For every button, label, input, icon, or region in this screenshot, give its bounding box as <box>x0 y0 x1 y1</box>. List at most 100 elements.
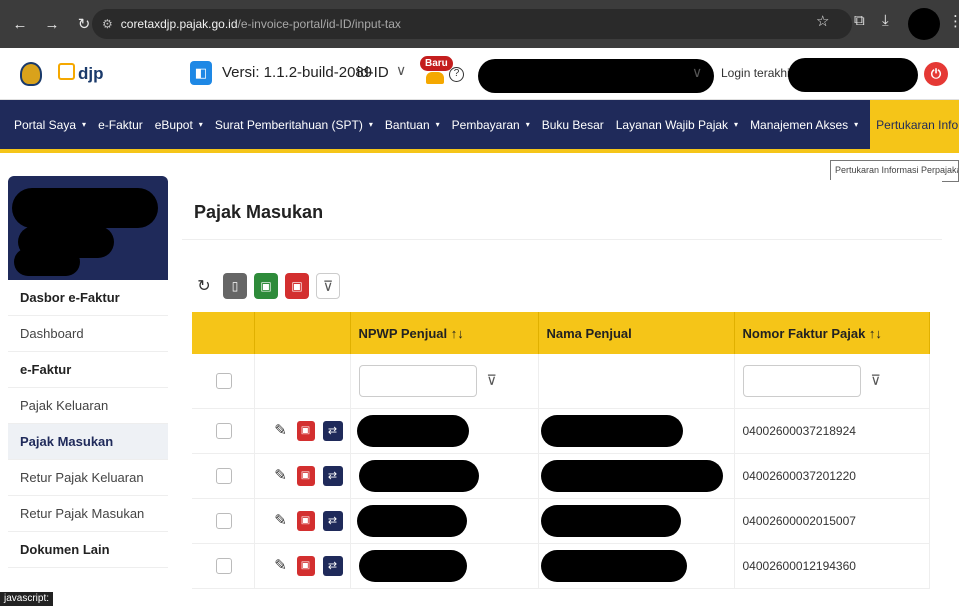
pdf-icon[interactable]: ▣ <box>296 465 315 486</box>
forward-arrow-icon[interactable]: → <box>40 16 64 33</box>
sidebar-item-dasbor-e-faktur[interactable]: Dasbor e-Faktur <box>8 280 168 316</box>
redacted-taxpayer-select[interactable] <box>478 59 714 93</box>
swap-icon[interactable]: ⇄ <box>322 420 343 441</box>
nav-item-layanan-wajib-pajak[interactable]: Layanan Wajib Pajak ▾ <box>610 100 744 149</box>
chevron-down-icon[interactable]: ∨ <box>692 64 702 81</box>
edit-pencil-icon[interactable]: ✎ <box>273 466 289 486</box>
nav-item-label: eBupot <box>154 117 193 132</box>
caret-down-icon: ▾ <box>368 120 373 129</box>
nav-item-pembayaran[interactable]: Pembayaran ▾ <box>446 100 536 149</box>
bookmark-star-icon[interactable]: ☆ <box>816 12 829 30</box>
extension-icon[interactable]: ⧉ <box>854 12 865 29</box>
chevron-down-icon[interactable]: ∨ <box>396 62 406 79</box>
select-all-checkbox[interactable] <box>216 372 232 389</box>
table-row: ✎ ▣ ⇄ 04002600012194360 <box>192 543 930 589</box>
swap-icon[interactable]: ⇄ <box>322 465 343 486</box>
nav-item-portal-saya[interactable]: Portal Saya ▾ <box>8 100 92 149</box>
export-excel-button[interactable]: ▣ <box>254 273 278 299</box>
npwp-filter-input[interactable] <box>358 364 477 397</box>
redacted-npwp <box>356 504 467 537</box>
nav-item-label: Manajemen Akses <box>750 117 849 132</box>
column-header <box>254 312 351 354</box>
nav-item-pertukaran-informasi-perpajakan[interactable]: Pertukaran Informasi Perpajakan <box>870 100 959 149</box>
menu-kebab-icon[interactable]: ⋮ <box>948 12 959 30</box>
redacted-seller-name <box>540 504 681 537</box>
redacted-seller-name <box>540 414 683 447</box>
edit-pencil-icon[interactable]: ✎ <box>273 421 289 441</box>
version-text: Versi: 1.1.2-build-2089 <box>222 64 373 81</box>
filter-icon[interactable]: ⊽ <box>871 372 881 389</box>
column-header[interactable]: Nama Penjual <box>538 312 735 354</box>
swap-icon[interactable]: ⇄ <box>322 555 343 576</box>
clear-filter-button[interactable]: ⊽ <box>316 273 340 299</box>
export-pdf-button[interactable]: ▣ <box>285 273 309 299</box>
language-select[interactable]: id-ID <box>357 64 389 81</box>
nav-item-ebupot[interactable]: eBupot ▾ <box>149 100 209 149</box>
pdf-icon[interactable]: ▣ <box>296 555 315 576</box>
browser-toolbar: ← → ↻ ⚙ coretaxdjp.pajak.go.id /e-invoic… <box>0 0 959 48</box>
back-arrow-icon[interactable]: ← <box>8 16 32 33</box>
redacted-seller-name <box>540 549 687 582</box>
column-header[interactable]: Nomor Faktur Pajak ↑↓ <box>734 312 930 354</box>
version-icon: ◧ <box>190 61 212 85</box>
nav-item-buku-besar[interactable]: Buku Besar <box>536 100 610 149</box>
nav-item-label: Surat Pemberitahuan (SPT) <box>214 117 363 132</box>
nav-item-label: Layanan Wajib Pajak <box>615 117 729 132</box>
profile-avatar[interactable] <box>908 8 940 40</box>
djp-logo[interactable]: djp <box>58 63 104 84</box>
help-icon[interactable]: ? <box>449 67 464 82</box>
table-row: ✎ ▣ ⇄ 04002600002015007 <box>192 498 930 544</box>
table-toolbar: ↻ ▯ ▣ ▣ ⊽ <box>192 272 340 300</box>
faktur-number: 04002600037201220 <box>742 468 856 483</box>
browser-status-bar: javascript: <box>0 592 54 606</box>
sidebar-item-pajak-keluaran[interactable]: Pajak Keluaran <box>8 388 168 424</box>
sidebar-item-dokumen-lain[interactable]: Dokumen Lain <box>8 532 168 568</box>
sidebar-item-e-faktur[interactable]: e-Faktur <box>8 352 168 388</box>
page-title: Pajak Masukan <box>194 202 324 222</box>
redacted-npwp <box>356 414 469 447</box>
logout-icon[interactable]: ⏻ <box>924 62 948 86</box>
edit-pencil-icon[interactable]: ✎ <box>273 556 289 576</box>
nav-item-bantuan[interactable]: Bantuan ▾ <box>379 100 446 149</box>
swap-icon[interactable]: ⇄ <box>322 510 343 531</box>
redacted-seller-name <box>540 459 723 492</box>
pdf-icon[interactable]: ▣ <box>296 420 315 441</box>
caret-down-icon: ▾ <box>435 120 440 129</box>
nav-item-label: e-Faktur <box>98 117 143 132</box>
filter-icon[interactable]: ⊽ <box>487 372 497 389</box>
new-badge: Baru <box>420 56 453 71</box>
nav-item-e-faktur[interactable]: e-Faktur <box>92 100 149 149</box>
faktur-number: 04002600002015007 <box>742 513 856 528</box>
refresh-button[interactable]: ↻ <box>192 273 216 299</box>
address-bar[interactable]: ⚙ coretaxdjp.pajak.go.id /e-invoice-port… <box>92 9 852 39</box>
nav-item-label: Portal Saya <box>14 117 77 132</box>
sidebar-item-pajak-masukan[interactable]: Pajak Masukan <box>8 424 168 460</box>
new-document-button[interactable]: ▯ <box>223 273 247 299</box>
sidebar-item-retur-pajak-keluaran[interactable]: Retur Pajak Keluaran <box>8 460 168 496</box>
faktur-filter-input[interactable] <box>742 364 861 397</box>
download-icon[interactable]: ⤓ <box>882 12 889 29</box>
edit-pencil-icon[interactable]: ✎ <box>273 511 289 531</box>
row-checkbox[interactable] <box>216 467 232 484</box>
caret-down-icon: ▾ <box>525 120 530 129</box>
table-row: ✎ ▣ ⇄ 04002600037201220 <box>192 453 930 499</box>
site-info-icon[interactable]: ⚙ <box>102 17 113 31</box>
row-checkbox[interactable] <box>216 422 232 439</box>
caret-down-icon: ▾ <box>198 120 203 129</box>
faktur-number: 04002600012194360 <box>742 558 856 573</box>
url-domain: coretaxdjp.pajak.go.id <box>120 17 238 31</box>
caret-down-icon: ▾ <box>82 120 87 129</box>
main-nav: Portal Saya ▾ e-Faktur eBupot ▾ Surat Pemberi… <box>0 100 959 153</box>
notification-bell-icon[interactable] <box>426 72 444 84</box>
row-checkbox[interactable] <box>216 512 232 529</box>
nav-item-manajemen-akses[interactable]: Manajemen Akses ▾ <box>744 100 864 149</box>
sidebar-item-retur-pajak-masukan[interactable]: Retur Pajak Masukan <box>8 496 168 532</box>
last-login-label: Login terakhir <box>721 66 794 80</box>
sidebar-item-dashboard[interactable]: Dashboard <box>8 316 168 352</box>
nav-item-surat-pemberitahuan-spt[interactable]: Surat Pemberitahuan (SPT) ▾ <box>209 100 379 149</box>
column-header[interactable]: NPWP Penjual ↑↓ <box>350 312 539 354</box>
row-checkbox[interactable] <box>216 557 232 574</box>
nav-tooltip: Pertukaran Informasi Perpajakan <box>830 160 959 182</box>
app-header: djp ◧ Versi: 1.1.2-build-2089 id-ID ∨ Ba… <box>0 48 959 100</box>
pdf-icon[interactable]: ▣ <box>296 510 315 531</box>
